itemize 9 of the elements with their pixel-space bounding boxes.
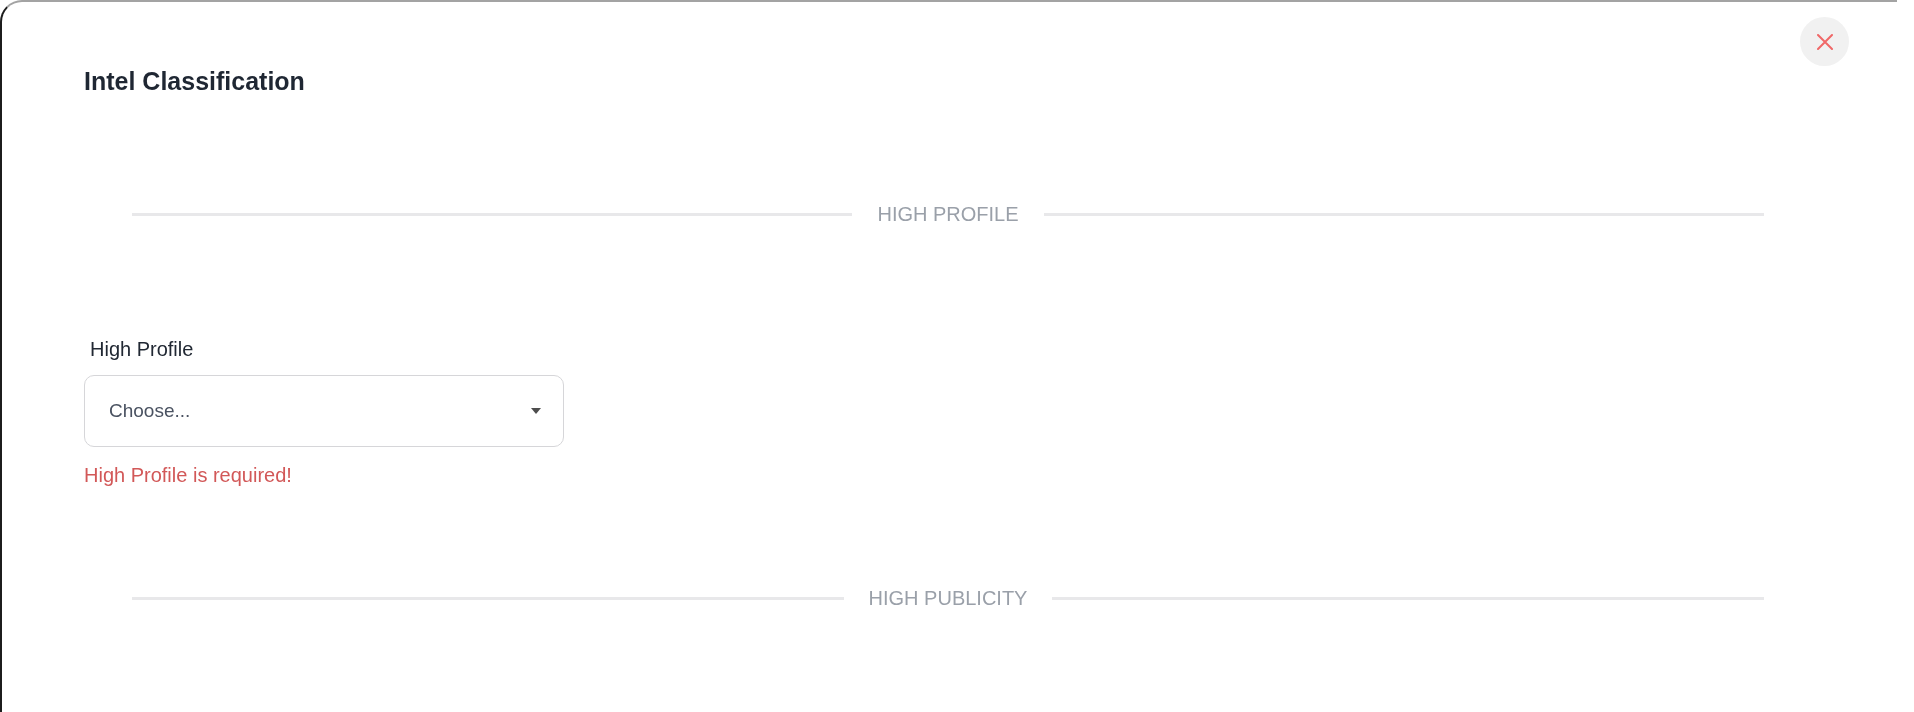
dialog-title: Intel Classification [84,66,305,96]
close-icon [1816,33,1833,50]
caret-icon [531,408,541,414]
dropdown-field[interactable]: Choose... [84,375,564,447]
section-heading: HIGH PROFILE [876,202,1020,227]
field-label: High Profile [89,337,194,361]
section-heading: HIGH PUBLICITY [867,586,1029,611]
close-button[interactable] [1800,17,1849,66]
error-message: High Profile is required! [84,464,292,486]
